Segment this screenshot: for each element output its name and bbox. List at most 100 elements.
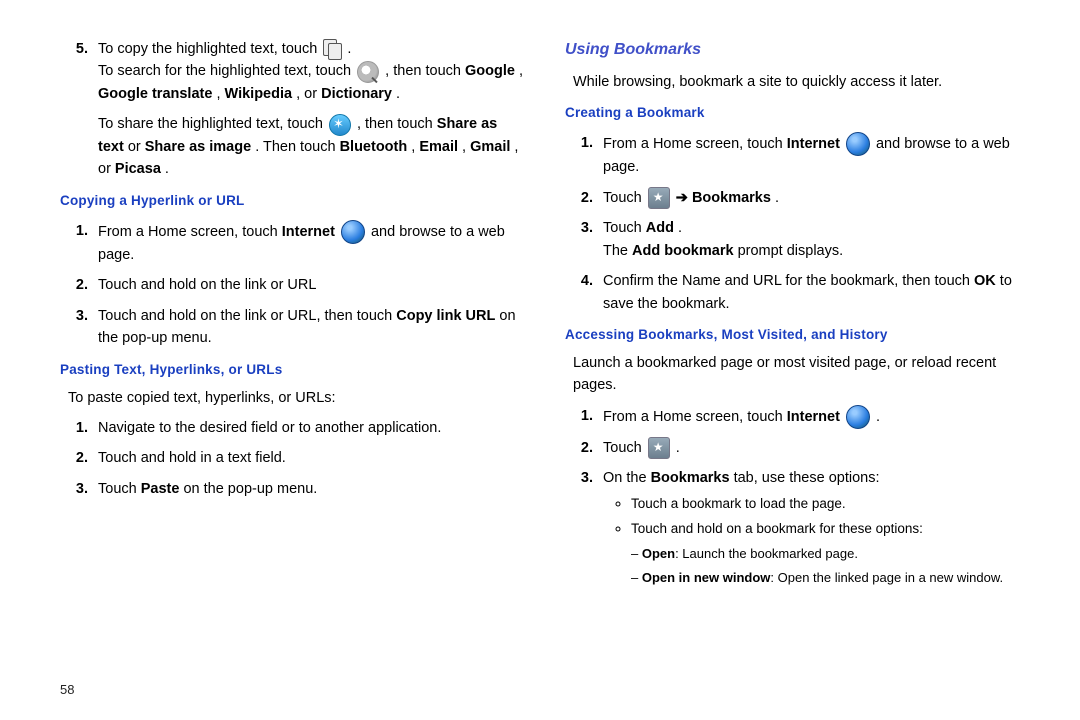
- text: , then touch: [385, 63, 465, 79]
- step-body: Touch Paste on the pop-up menu.: [98, 478, 525, 500]
- text: or: [128, 139, 145, 155]
- paste-intro: To paste copied text, hyperlinks, or URL…: [68, 387, 525, 409]
- text-bold: Google translate: [98, 86, 212, 102]
- step-body: Touch .: [603, 437, 1030, 459]
- text-bold: Share as image: [145, 139, 251, 155]
- text: tab, use these options:: [734, 470, 880, 486]
- text: Touch and hold on a bookmark for these o…: [631, 521, 923, 536]
- text: The: [603, 243, 632, 259]
- share-icon: [329, 114, 351, 136]
- text: .: [396, 86, 400, 102]
- access-intro: Launch a bookmarked page or most visited…: [573, 352, 1030, 397]
- step-number: 3.: [60, 478, 98, 500]
- text: on the pop-up menu.: [183, 481, 317, 497]
- bookmark-icon: [648, 437, 670, 459]
- text: Touch: [603, 440, 646, 456]
- step-body: From a Home screen, touch Internet and b…: [603, 132, 1030, 178]
- text: To copy the highlighted text, touch: [98, 41, 321, 57]
- text: .: [876, 409, 880, 425]
- step-body: On the Bookmarks tab, use these options:…: [603, 467, 1030, 592]
- text-bold: Internet: [787, 136, 840, 152]
- bullet-item: Touch a bookmark to load the page.: [631, 494, 1030, 515]
- text-bold: Wikipedia: [225, 86, 293, 102]
- text: Confirm the Name and URL for the bookmar…: [603, 273, 974, 289]
- text-bold: Open in new window: [642, 570, 771, 585]
- arrow-icon: ➔: [676, 190, 692, 206]
- text: ,: [519, 63, 523, 79]
- text-bold: OK: [974, 273, 996, 289]
- step-number: 1.: [565, 132, 603, 154]
- text-bold: Bookmarks: [651, 470, 730, 486]
- text-bold: Dictionary: [321, 86, 392, 102]
- manual-page: 5. To copy the highlighted text, touch .…: [0, 0, 1080, 670]
- dash-item: Open: Launch the bookmarked page.: [631, 544, 1030, 564]
- text: , or: [296, 86, 321, 102]
- globe-icon: [846, 405, 870, 429]
- text: , then touch: [357, 116, 437, 132]
- text: .: [347, 41, 351, 57]
- step-body: To copy the highlighted text, touch . To…: [98, 38, 525, 105]
- globe-icon: [846, 132, 870, 156]
- page-number: 58: [60, 680, 74, 700]
- text: .: [678, 220, 682, 236]
- search-icon: [357, 61, 379, 83]
- pasting-steps: 1. Navigate to the desired field or to a…: [60, 417, 525, 500]
- accessing-steps: 1. From a Home screen, touch Internet . …: [565, 405, 1030, 592]
- step-number: 1.: [60, 417, 98, 439]
- text-bold: Add bookmark: [632, 243, 734, 259]
- step-number: 2.: [565, 437, 603, 459]
- copying-steps: 1. From a Home screen, touch Internet an…: [60, 220, 525, 350]
- text-bold: Gmail: [470, 139, 510, 155]
- text: ,: [216, 86, 224, 102]
- text-bold: Email: [419, 139, 458, 155]
- step-number: 1.: [565, 405, 603, 427]
- options-dashes: Open: Launch the bookmarked page. Open i…: [631, 544, 1030, 588]
- right-column: Using Bookmarks While browsing, bookmark…: [565, 30, 1030, 650]
- step-body: Touch Add . The Add bookmark prompt disp…: [603, 217, 1030, 262]
- text: From a Home screen, touch: [603, 136, 787, 152]
- step-body: Touch and hold on the link or URL, then …: [98, 305, 525, 350]
- step-number: 5.: [60, 38, 98, 60]
- step-5-block: 5. To copy the highlighted text, touch .…: [60, 38, 525, 105]
- subhead-pasting: Pasting Text, Hyperlinks, or URLs: [60, 360, 525, 381]
- text: Touch: [603, 220, 646, 236]
- dash-item: Open in new window: Open the linked page…: [631, 568, 1030, 588]
- step-body: Touch ➔ Bookmarks .: [603, 187, 1030, 209]
- step-body: From a Home screen, touch Internet and b…: [98, 220, 525, 266]
- text: Touch: [603, 190, 646, 206]
- step-number: 2.: [60, 447, 98, 469]
- bookmark-icon: [648, 187, 670, 209]
- step-body: Touch and hold on the link or URL: [98, 274, 525, 296]
- step-number: 2.: [60, 274, 98, 296]
- text: prompt displays.: [738, 243, 844, 259]
- text-bold: Copy link URL: [396, 308, 495, 324]
- subhead-accessing: Accessing Bookmarks, Most Visited, and H…: [565, 325, 1030, 346]
- bullet-item: Touch and hold on a bookmark for these o…: [631, 519, 1030, 588]
- copy-icon: [323, 39, 341, 59]
- subhead-creating: Creating a Bookmark: [565, 103, 1030, 124]
- share-paragraph: To share the highlighted text, touch , t…: [98, 113, 525, 180]
- text: . Then touch: [255, 139, 339, 155]
- step-number: 3.: [60, 305, 98, 327]
- using-intro: While browsing, bookmark a site to quick…: [573, 71, 1030, 93]
- text-bold: Paste: [141, 481, 180, 497]
- step-number: 3.: [565, 217, 603, 239]
- step-number: 2.: [565, 187, 603, 209]
- step-body: From a Home screen, touch Internet .: [603, 405, 1030, 429]
- subhead-copying: Copying a Hyperlink or URL: [60, 191, 525, 212]
- text-bold: Picasa: [115, 161, 161, 177]
- globe-icon: [341, 220, 365, 244]
- text: On the: [603, 470, 651, 486]
- text-bold: Bluetooth: [340, 139, 408, 155]
- step-body: Navigate to the desired field or to anot…: [98, 417, 525, 439]
- text-bold: Bookmarks: [692, 190, 771, 206]
- text: Touch and hold on the link or URL, then …: [98, 308, 396, 324]
- text: Touch: [98, 481, 141, 497]
- text: To share the highlighted text, touch: [98, 116, 327, 132]
- section-using-bookmarks: Using Bookmarks: [565, 38, 1030, 63]
- text: From a Home screen, touch: [98, 224, 282, 240]
- step-number: 1.: [60, 220, 98, 242]
- text-bold: Google: [465, 63, 515, 79]
- text-bold: Open: [642, 546, 675, 561]
- text: : Launch the bookmarked page.: [675, 546, 858, 561]
